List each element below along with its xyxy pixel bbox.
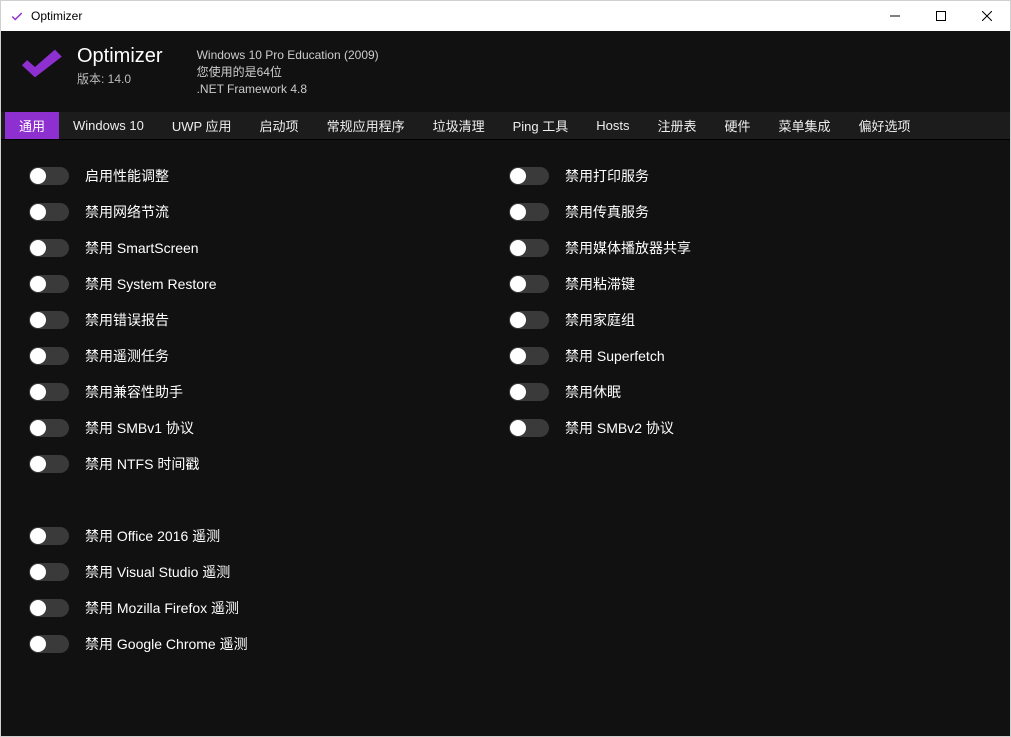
left-toggle-6: 禁用兼容性助手 <box>29 374 429 410</box>
content-area: 启用性能调整禁用网络节流禁用 SmartScreen 禁用 System Rest… <box>1 140 1010 736</box>
left2-toggle-2-label: 禁用 Mozilla Firefox 遥测 <box>85 598 239 618</box>
tab-bar: 通用Windows 10UWP 应用启动项常规应用程序垃圾清理Ping 工具Ho… <box>1 112 1010 140</box>
left-toggle-7-toggle[interactable] <box>29 419 69 437</box>
left2-toggle-1-toggle[interactable] <box>29 563 69 581</box>
right-toggle-3-label: 禁用粘滞键 <box>565 274 635 294</box>
app-window: Optimizer Optimizer 版本: 14.0 <box>0 0 1011 737</box>
system-info: Windows 10 Pro Education (2009) 您使用的是64位… <box>197 45 379 98</box>
right-toggle-1: 禁用传真服务 <box>509 194 909 230</box>
window-controls <box>872 1 1010 31</box>
app-icon <box>9 8 25 24</box>
left-toggle-3-toggle[interactable] <box>29 275 69 293</box>
left-toggle-2-label: 禁用 SmartScreen <box>85 238 199 258</box>
left-toggle-1-label: 禁用网络节流 <box>85 202 169 222</box>
left-toggle-1-toggle[interactable] <box>29 203 69 221</box>
left-toggle-1: 禁用网络节流 <box>29 194 429 230</box>
left2-toggle-2: 禁用 Mozilla Firefox 遥测 <box>29 590 429 626</box>
left-toggle-7: 禁用 SMBv1 协议 <box>29 410 429 446</box>
left-toggle-0: 启用性能调整 <box>29 158 429 194</box>
window-title: Optimizer <box>31 9 82 23</box>
maximize-button[interactable] <box>918 1 964 31</box>
left-toggle-3-label: 禁用 System Restore <box>85 274 216 294</box>
tab-4[interactable]: 常规应用程序 <box>313 112 419 139</box>
right-toggle-2-label: 禁用媒体播放器共享 <box>565 238 691 258</box>
tab-11[interactable]: 偏好选项 <box>845 112 925 139</box>
spacer <box>29 482 429 518</box>
right-toggle-3-toggle[interactable] <box>509 275 549 293</box>
right-toggle-7-label: 禁用 SMBv2 协议 <box>565 418 674 438</box>
left-toggle-8: 禁用 NTFS 时间戳 <box>29 446 429 482</box>
right-toggle-7-toggle[interactable] <box>509 419 549 437</box>
left-toggle-8-toggle[interactable] <box>29 455 69 473</box>
left-toggle-3: 禁用 System Restore <box>29 266 429 302</box>
left2-toggle-3-label: 禁用 Google Chrome 遥测 <box>85 634 248 654</box>
right-column: 禁用打印服务禁用传真服务禁用媒体播放器共享禁用粘滞键禁用家庭组禁用 Superf… <box>509 158 909 736</box>
titlebar: Optimizer <box>1 1 1010 31</box>
left-toggle-4-toggle[interactable] <box>29 311 69 329</box>
right-toggle-4-label: 禁用家庭组 <box>565 310 635 330</box>
left-toggle-4: 禁用错误报告 <box>29 302 429 338</box>
right-toggle-6-toggle[interactable] <box>509 383 549 401</box>
right-toggle-5-toggle[interactable] <box>509 347 549 365</box>
left2-toggle-1: 禁用 Visual Studio 遥测 <box>29 554 429 590</box>
left-toggle-6-label: 禁用兼容性助手 <box>85 382 183 402</box>
tab-8[interactable]: 注册表 <box>643 112 710 139</box>
right-toggle-6-label: 禁用休眠 <box>565 382 621 402</box>
left-toggle-2-toggle[interactable] <box>29 239 69 257</box>
os-name: Windows 10 Pro Education (2009) <box>197 47 379 64</box>
app-title-block: Optimizer 版本: 14.0 <box>77 45 163 87</box>
right-toggle-0-toggle[interactable] <box>509 167 549 185</box>
left-toggle-2: 禁用 SmartScreen <box>29 230 429 266</box>
tab-6[interactable]: Ping 工具 <box>499 112 583 139</box>
logo-icon <box>15 45 67 89</box>
app-body: Optimizer 版本: 14.0 Windows 10 Pro Educat… <box>1 31 1010 736</box>
right-toggle-6: 禁用休眠 <box>509 374 909 410</box>
right-toggle-1-toggle[interactable] <box>509 203 549 221</box>
minimize-button[interactable] <box>872 1 918 31</box>
left2-toggle-2-toggle[interactable] <box>29 599 69 617</box>
app-header: Optimizer 版本: 14.0 Windows 10 Pro Educat… <box>1 31 1010 112</box>
left-toggle-4-label: 禁用错误报告 <box>85 310 169 330</box>
right-toggle-2-toggle[interactable] <box>509 239 549 257</box>
left2-toggle-0-label: 禁用 Office 2016 遥测 <box>85 526 220 546</box>
tab-1[interactable]: Windows 10 <box>59 112 158 139</box>
tab-9[interactable]: 硬件 <box>710 112 764 139</box>
right-toggle-3: 禁用粘滞键 <box>509 266 909 302</box>
tab-3[interactable]: 启动项 <box>246 112 313 139</box>
right-toggle-4-toggle[interactable] <box>509 311 549 329</box>
dotnet-version: .NET Framework 4.8 <box>197 81 379 98</box>
tab-0[interactable]: 通用 <box>5 112 59 139</box>
left-toggle-5-label: 禁用遥测任务 <box>85 346 169 366</box>
right-toggle-5-label: 禁用 Superfetch <box>565 346 665 366</box>
right-toggle-7: 禁用 SMBv2 协议 <box>509 410 909 446</box>
left-toggle-8-label: 禁用 NTFS 时间戳 <box>85 454 199 474</box>
close-button[interactable] <box>964 1 1010 31</box>
left2-toggle-0: 禁用 Office 2016 遥测 <box>29 518 429 554</box>
tab-7[interactable]: Hosts <box>582 112 643 139</box>
right-toggle-2: 禁用媒体播放器共享 <box>509 230 909 266</box>
left-column: 启用性能调整禁用网络节流禁用 SmartScreen 禁用 System Rest… <box>29 158 429 736</box>
left-toggle-0-label: 启用性能调整 <box>85 166 169 186</box>
left-toggle-0-toggle[interactable] <box>29 167 69 185</box>
right-toggle-5: 禁用 Superfetch <box>509 338 909 374</box>
left-toggle-5: 禁用遥测任务 <box>29 338 429 374</box>
left2-toggle-3-toggle[interactable] <box>29 635 69 653</box>
left2-toggle-3: 禁用 Google Chrome 遥测 <box>29 626 429 662</box>
left2-toggle-0-toggle[interactable] <box>29 527 69 545</box>
left-toggle-6-toggle[interactable] <box>29 383 69 401</box>
right-toggle-1-label: 禁用传真服务 <box>565 202 649 222</box>
app-version: 版本: 14.0 <box>77 70 163 87</box>
right-toggle-0-label: 禁用打印服务 <box>565 166 649 186</box>
left2-toggle-1-label: 禁用 Visual Studio 遥测 <box>85 562 230 582</box>
app-title: Optimizer <box>77 45 163 68</box>
right-toggle-0: 禁用打印服务 <box>509 158 909 194</box>
arch-info: 您使用的是64位 <box>197 64 379 81</box>
left-toggle-5-toggle[interactable] <box>29 347 69 365</box>
left-toggle-7-label: 禁用 SMBv1 协议 <box>85 418 194 438</box>
tab-5[interactable]: 垃圾清理 <box>419 112 499 139</box>
tab-2[interactable]: UWP 应用 <box>158 112 246 139</box>
tab-10[interactable]: 菜单集成 <box>765 112 845 139</box>
right-toggle-4: 禁用家庭组 <box>509 302 909 338</box>
